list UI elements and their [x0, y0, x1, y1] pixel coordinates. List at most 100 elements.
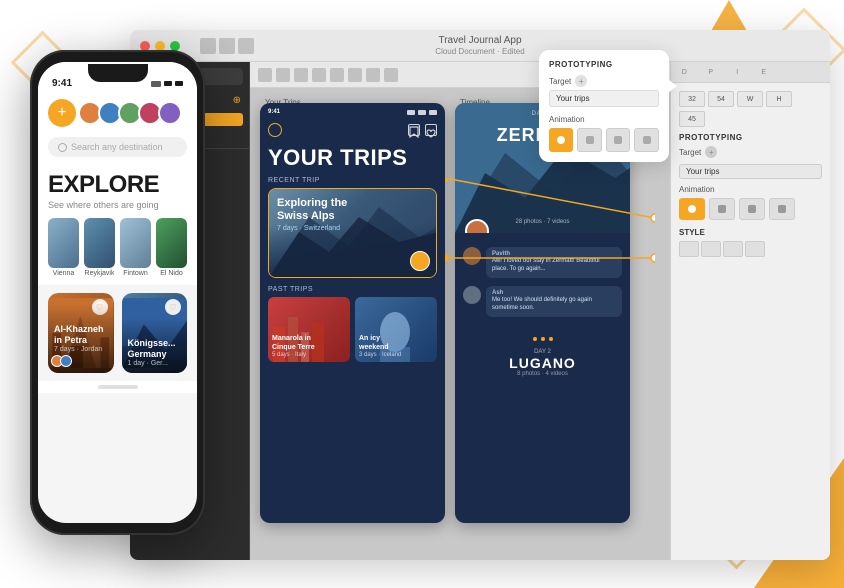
divider-dot-3 — [549, 337, 553, 341]
trips-heart-icon[interactable] — [425, 124, 437, 136]
tab-inspect[interactable]: I — [724, 62, 751, 82]
screen-timeline[interactable]: DAY 1 ZERMATT 28 photos · 7 videos Pavit… — [455, 103, 630, 523]
phone-avatar-5 — [158, 101, 182, 125]
phone-search-bar: Search any destination — [38, 133, 197, 165]
window-titlebar: Travel Journal App Cloud Document · Edit… — [130, 30, 830, 62]
rpanel-anim-custom[interactable] — [769, 198, 795, 220]
phone-time: 9:41 — [52, 78, 72, 89]
right-panel-tabs: D P I E — [671, 62, 830, 83]
phone-explore-section: EXPLORE See where others are going Vienn… — [38, 165, 197, 285]
proto-anim-btn-2[interactable] — [577, 128, 602, 152]
timeline-day2: DAY 2 LUGANO 8 photos · 4 videos — [455, 349, 630, 377]
phone-signal-icon — [151, 81, 161, 87]
proto-callout-target-value[interactable]: Your trips — [549, 90, 659, 107]
trips-time: 9:41 — [268, 109, 280, 115]
phone-add-button[interactable]: + — [48, 99, 76, 127]
canvas-tool-text[interactable] — [312, 68, 326, 82]
city-thumb-vienna[interactable]: Vienna — [48, 218, 79, 277]
tab-export[interactable]: E — [751, 62, 778, 82]
past-trip-1-label: Manarola inCinque Terre 5 days · Italy — [272, 335, 315, 358]
tab-prototype[interactable]: P — [698, 62, 725, 82]
minimize-button[interactable] — [155, 41, 165, 51]
close-button[interactable] — [140, 41, 150, 51]
plus-icon: + — [57, 105, 66, 121]
proto-anim-btn-4[interactable] — [634, 128, 659, 152]
rpanel-style-blur[interactable] — [745, 241, 765, 257]
canvas-tool-more[interactable] — [384, 68, 398, 82]
trips-past-label: PAST TRIPS — [260, 286, 445, 297]
city-thumb-fintown[interactable]: Fintown — [120, 218, 151, 277]
city-thumb-reykjavik[interactable]: Reykjavik — [84, 218, 115, 277]
tab-design[interactable]: D — [671, 62, 698, 82]
phone-action-bar: + — [38, 95, 197, 133]
main-phone: 9:41 + Search any dest — [30, 50, 205, 535]
rpanel-add-target-icon[interactable]: + — [705, 146, 717, 158]
city-reykjavik-name: Reykjavik — [84, 270, 115, 277]
rpanel-width-value[interactable]: W — [737, 91, 763, 107]
konigssee-heart-icon[interactable]: ♡ — [165, 299, 181, 315]
rpanel-anim-ease[interactable] — [679, 198, 705, 220]
canvas-tool-components[interactable] — [348, 68, 362, 82]
trips-bookmark-icon[interactable] — [408, 124, 420, 136]
canvas-tool-select[interactable] — [258, 68, 272, 82]
rpanel-anim-ease-out[interactable] — [739, 198, 765, 220]
toolbar-icon-2[interactable] — [219, 38, 235, 54]
prototyping-callout: PROTOTYPING Target + Your trips Animatio… — [539, 50, 669, 162]
phone-avatar-row — [82, 101, 182, 125]
petra-avatar-2 — [60, 355, 72, 367]
city-thumb-elnido[interactable]: El Nido — [156, 218, 187, 277]
rpanel-y-value[interactable]: 54 — [708, 91, 734, 107]
phone-home-indicator — [38, 381, 197, 393]
city-thumb-elnido-img — [156, 218, 187, 268]
konigssee-meta: 1 day · Ger... — [128, 360, 182, 367]
maximize-button[interactable] — [170, 41, 180, 51]
rpanel-animation-icons — [679, 198, 822, 220]
trips-gear-icon[interactable] — [268, 123, 282, 137]
phone-screen: 9:41 + Search any dest — [38, 62, 197, 523]
city-elnido-name: El Nido — [156, 270, 187, 277]
rpanel-height-value[interactable]: H — [766, 91, 792, 107]
city-vienna-name: Vienna — [48, 270, 79, 277]
toolbar-icon-3[interactable] — [238, 38, 254, 54]
canvas-tool-pen[interactable] — [294, 68, 308, 82]
destination-card-konigssee[interactable]: ♡ Königsse...Germany 1 day · Ger... — [122, 293, 188, 373]
proto-anim-btn-3[interactable] — [606, 128, 631, 152]
canvas-tool-image[interactable] — [366, 68, 380, 82]
past-trip-1[interactable]: Manarola inCinque Terre 5 days · Italy — [268, 297, 350, 362]
trips-status-bar: 9:41 — [260, 103, 445, 119]
rpanel-anim-ease-in[interactable] — [709, 198, 735, 220]
recent-trip-card[interactable]: Exploring theSwiss Alps 7 days · Switzer… — [268, 188, 437, 278]
rpanel-style-fill[interactable] — [679, 241, 699, 257]
trips-status-icons — [407, 110, 437, 115]
rpanel-style-border[interactable] — [701, 241, 721, 257]
canvas-tool-frame[interactable] — [276, 68, 290, 82]
city-thumb-vienna-img — [48, 218, 79, 268]
past-trip-2[interactable]: An icyweekend 3 days · Iceland — [355, 297, 437, 362]
past-trip-2-meta: 3 days · Iceland — [359, 352, 401, 358]
screen-your-trips[interactable]: 9:41 — [260, 103, 445, 523]
petra-meta: 7 days · Jordan — [54, 346, 108, 353]
phone-search-input[interactable]: Search any destination — [48, 137, 187, 157]
destination-card-petra[interactable]: ♡ Al-Khaznehin Petra 7 days · Jordan — [48, 293, 114, 373]
rpanel-x-value[interactable]: 32 — [679, 91, 705, 107]
canvas-tool-shape[interactable] — [330, 68, 344, 82]
window-title: Travel Journal App Cloud Document · Edit… — [435, 35, 524, 57]
search-icon — [58, 143, 67, 152]
past-trip-1-meta: 5 days · Italy — [272, 352, 315, 358]
phone-wifi-icon — [164, 81, 172, 86]
phone-notch — [88, 64, 148, 82]
city-fintown-name: Fintown — [120, 270, 151, 277]
timeline-day2-city: LUGANO — [455, 355, 630, 371]
rpanel-animation-label: Animation — [679, 185, 822, 194]
proto-callout-add-icon[interactable]: + — [575, 75, 587, 87]
rpanel-target-value[interactable]: Your trips — [679, 164, 822, 179]
proto-anim-btn-1[interactable] — [549, 128, 573, 152]
rpanel-angle-value[interactable]: 45 — [679, 111, 705, 127]
phone-status-icons — [151, 81, 183, 87]
sidebar-add-page-icon[interactable]: ⊕ — [233, 95, 241, 106]
window-traffic-lights — [140, 41, 180, 51]
konigssee-overlay: Königsse...Germany 1 day · Ger... — [122, 318, 188, 373]
rpanel-style-shadow[interactable] — [723, 241, 743, 257]
trips-recent-label: RECENT TRIP — [260, 177, 445, 188]
connection-lines-svg — [445, 178, 655, 298]
